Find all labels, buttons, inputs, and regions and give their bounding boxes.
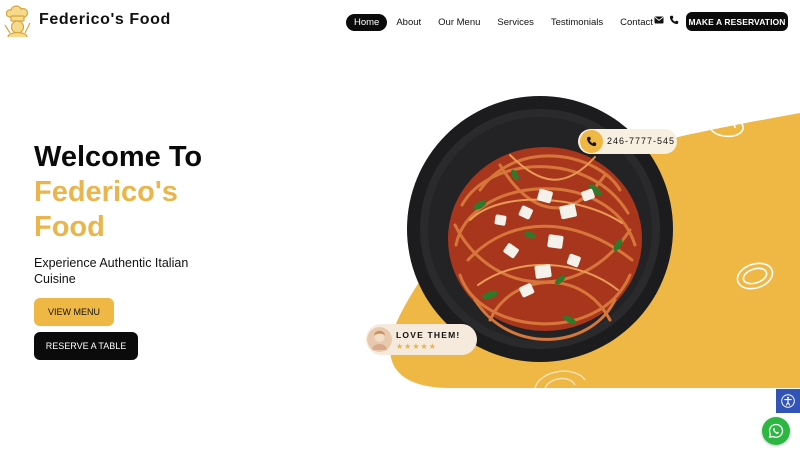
star-rating: ★★★★★ [396,342,437,351]
phone-icon[interactable] [669,15,679,25]
hero-title: Welcome To Federico's Food [34,140,202,245]
hero-title-line-1: Welcome To [34,141,203,173]
phone-badge-icon [580,130,603,153]
accessibility-icon [781,394,795,408]
chef-hat-logo-icon[interactable] [2,3,34,39]
nav-contact[interactable]: Contact [620,17,653,28]
phone-number: 246-7777-545 [607,136,676,146]
review-label: LOVE THEM! [396,330,461,340]
view-menu-button[interactable]: VIEW MENU [34,298,114,326]
review-badge: LOVE THEM! ★★★★★ [366,324,477,355]
nav-services[interactable]: Services [497,17,533,28]
envelope-icon[interactable] [654,15,664,25]
main-nav: Home About Our Menu Services Testimonial… [346,13,670,31]
hero-subtitle: Experience Authentic Italian Cuisine [34,256,189,286]
site-header: Federico's Food Home About Our Menu Serv… [0,0,800,42]
brand-name[interactable]: Federico's Food [39,11,171,29]
hero-title-line-2: Federico's [34,176,178,208]
accessibility-button[interactable] [776,389,800,413]
hero-title-line-3: Food [34,211,105,243]
whatsapp-button[interactable] [762,417,790,445]
nav-home[interactable]: Home [346,13,388,31]
phone-icon [586,136,597,147]
whatsapp-icon [768,423,784,439]
nav-about[interactable]: About [396,17,421,28]
avatar [367,327,392,352]
nav-testimonials[interactable]: Testimonials [551,17,603,28]
nav-our-menu[interactable]: Our Menu [438,17,480,28]
phone-contact-pill[interactable]: 246-7777-545 [578,129,677,154]
reserve-table-button[interactable]: RESERVE A TABLE [34,332,138,360]
make-reservation-button[interactable]: MAKE A RESERVATION [686,12,788,31]
